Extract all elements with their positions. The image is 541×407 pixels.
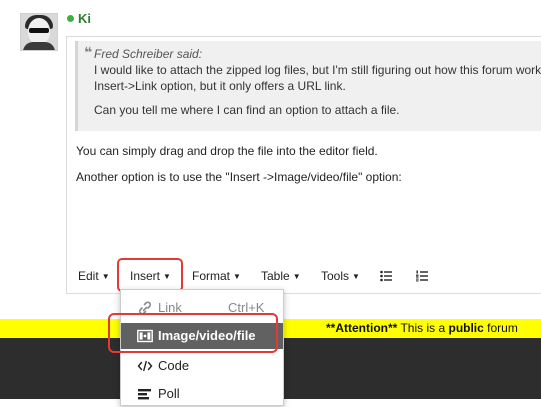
post-editor[interactable]: ❝ Fred Schreiber said: I would like to a… bbox=[66, 36, 541, 294]
quote-line: Insert->Link option, but it only offers … bbox=[94, 79, 346, 93]
avatar-body bbox=[23, 42, 55, 50]
toolbar-edit-menu[interactable]: Edit ▼ bbox=[78, 269, 110, 283]
banner-bold-public: public bbox=[448, 321, 484, 335]
menu-item-poll[interactable]: Poll bbox=[121, 381, 283, 407]
menu-item-code-label: Code bbox=[158, 358, 190, 373]
caret-down-icon: ▼ bbox=[233, 272, 241, 281]
toolbar-tools-label: Tools bbox=[321, 269, 350, 283]
menu-item-code[interactable]: Code bbox=[121, 353, 283, 379]
caret-down-icon: ▼ bbox=[292, 272, 301, 281]
editor-paragraph[interactable]: You can simply drag and drop the file in… bbox=[76, 144, 378, 158]
quote-author: Fred Schreiber said: bbox=[94, 47, 203, 61]
insert-highlight-box bbox=[117, 258, 183, 292]
quote-line: I would like to attach the zipped log fi… bbox=[94, 63, 541, 77]
banner-text-part: forum bbox=[483, 321, 518, 335]
toolbar-format-menu[interactable]: Format ▼ bbox=[192, 269, 241, 283]
toolbar-format-label: Format bbox=[192, 269, 231, 283]
quote-mark-icon: ❝ bbox=[84, 44, 93, 60]
editor-paragraph[interactable]: Another option is to use the "Insert ->I… bbox=[76, 170, 402, 184]
caret-down-icon: ▼ bbox=[352, 272, 360, 281]
username[interactable]: Ki bbox=[78, 11, 91, 26]
banner-bold-attention: **Attention** bbox=[326, 321, 398, 335]
toolbar-table-menu[interactable]: Table ▼ bbox=[261, 269, 301, 283]
caret-down-icon: ▼ bbox=[101, 272, 110, 281]
toolbar-tools-menu[interactable]: Tools ▼ bbox=[321, 269, 360, 283]
image-option-highlight-box bbox=[108, 313, 278, 353]
banner-text: **Attention** This is a public forum bbox=[326, 319, 518, 338]
banner-text-part: This is a bbox=[397, 321, 449, 335]
numbered-list-icon[interactable] bbox=[416, 270, 428, 282]
quote-block: ❝ Fred Schreiber said: I would like to a… bbox=[75, 41, 541, 131]
bullet-list-icon[interactable] bbox=[380, 270, 392, 282]
avatar-glasses bbox=[29, 28, 49, 33]
code-icon bbox=[137, 360, 153, 372]
avatar[interactable] bbox=[20, 13, 58, 51]
quote-line: Can you tell me where I can find an opti… bbox=[94, 103, 400, 117]
online-status-icon bbox=[67, 15, 74, 22]
toolbar-table-label: Table bbox=[261, 269, 290, 283]
toolbar-edit-label: Edit bbox=[78, 269, 99, 283]
